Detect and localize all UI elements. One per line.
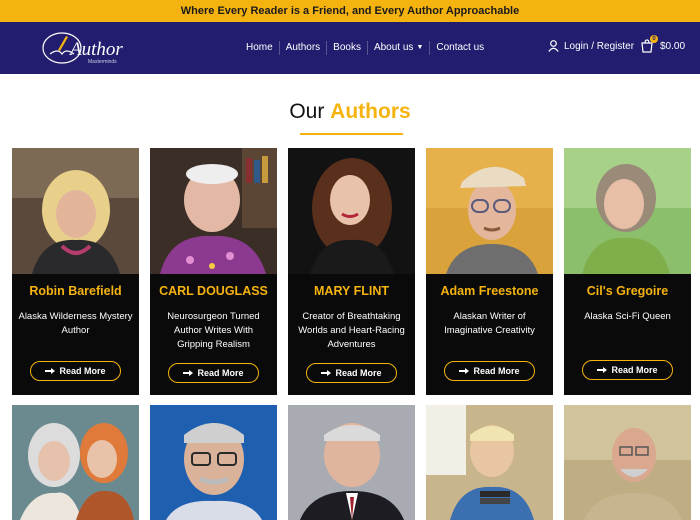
author-name: CARL DOUGLASS: [159, 284, 268, 298]
author-photo[interactable]: [12, 405, 139, 520]
tagline-text: Where Every Reader is a Friend, and Ever…: [180, 5, 520, 17]
nav-books[interactable]: Books: [327, 41, 368, 55]
site-logo[interactable]: Author Masterminds: [40, 28, 140, 68]
author-name: Cil's Gregoire: [586, 284, 669, 298]
read-more-label: Read More: [611, 365, 658, 375]
author-photo[interactable]: [564, 148, 691, 274]
read-more-button[interactable]: Read More: [30, 361, 121, 381]
author-name: Robin Barefield: [29, 284, 122, 298]
pointing-hand-icon: [321, 370, 332, 376]
author-photo[interactable]: [288, 148, 415, 274]
author-card: Robin Barefield Alaska Wilderness Myster…: [12, 148, 139, 395]
author-description: Alaska Wilderness Mystery Author: [18, 311, 133, 336]
read-more-label: Read More: [335, 368, 382, 378]
user-icon: [548, 40, 559, 52]
login-label: Login / Register: [564, 40, 635, 52]
read-more-label: Read More: [59, 366, 106, 376]
svg-text:Masterminds: Masterminds: [88, 59, 117, 65]
author-photo[interactable]: [426, 148, 553, 274]
section-title-accent: Authors: [330, 100, 411, 123]
author-description: Creator of Breathtaking Worlds and Heart…: [298, 311, 405, 350]
author-photo[interactable]: [426, 405, 553, 520]
main-navbar: Author Masterminds Home Authors Books Ab…: [0, 22, 700, 74]
read-more-label: Read More: [197, 368, 244, 378]
section-title: Our Authors: [0, 100, 700, 124]
author-card: Adam Freestone Alaskan Writer of Imagina…: [426, 148, 553, 395]
cart-button[interactable]: 0 $0.00: [640, 35, 686, 53]
author-description: Alaska Sci-Fi Queen: [584, 311, 671, 322]
cart-count-badge: 0: [650, 35, 658, 43]
author-description: Alaskan Writer of Imaginative Creativity: [444, 311, 535, 336]
svg-text:Author: Author: [68, 39, 123, 60]
title-underline: [300, 133, 403, 135]
nav-authors[interactable]: Authors: [280, 41, 328, 55]
nav-contact-us[interactable]: Contact us: [430, 41, 490, 55]
author-card: Cil's Gregoire Alaska Sci-Fi Queen Read …: [564, 148, 691, 395]
cart-icon: 0: [640, 35, 658, 53]
author-photo[interactable]: [288, 405, 415, 520]
author-photo[interactable]: [12, 148, 139, 274]
author-photo[interactable]: [150, 148, 277, 274]
cart-total: $0.00: [660, 40, 686, 52]
read-more-label: Read More: [473, 366, 520, 376]
pointing-hand-icon: [183, 370, 194, 376]
nav-home[interactable]: Home: [240, 41, 280, 55]
nav-about-label: About us: [373, 42, 414, 53]
author-photo[interactable]: [150, 405, 277, 520]
nav-menu: Home Authors Books About us ▼ Contact us: [240, 22, 490, 74]
author-name: MARY FLINT: [314, 284, 389, 298]
author-card: MARY FLINT Creator of Breathtaking World…: [288, 148, 415, 395]
pointing-hand-icon: [45, 368, 56, 374]
login-register-link[interactable]: Login / Register: [548, 40, 634, 52]
author-name: Adam Freestone: [440, 284, 539, 298]
author-photo[interactable]: [564, 405, 691, 520]
section-title-first: Our: [289, 100, 325, 123]
pointing-hand-icon: [459, 368, 470, 374]
author-description: Neurosurgeon Turned Author Writes With G…: [167, 311, 260, 350]
author-card: CARL DOUGLASS Neurosurgeon Turned Author…: [150, 148, 277, 395]
nav-about-us[interactable]: About us ▼: [368, 41, 431, 55]
chevron-down-icon: ▼: [416, 44, 424, 51]
read-more-button[interactable]: Read More: [444, 361, 535, 381]
read-more-button[interactable]: Read More: [582, 360, 673, 380]
read-more-button[interactable]: Read More: [306, 363, 397, 383]
announcement-bar: Where Every Reader is a Friend, and Ever…: [0, 0, 700, 22]
pointing-hand-icon: [597, 367, 608, 373]
read-more-button[interactable]: Read More: [168, 363, 259, 383]
